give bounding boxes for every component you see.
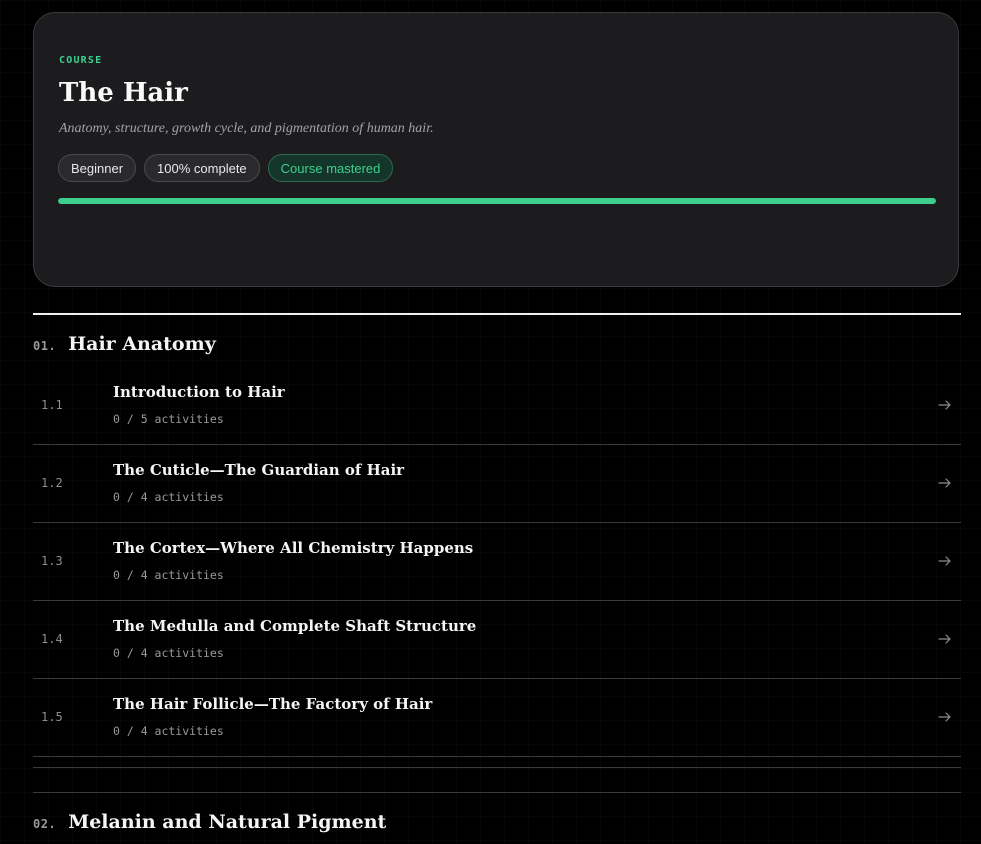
section-number: 02.: [33, 817, 57, 831]
course-subtitle: Anatomy, structure, growth cycle, and pi…: [59, 121, 434, 136]
lesson-row[interactable]: 1.2 The Cuticle—The Guardian of Hair 0 /…: [33, 445, 961, 523]
lesson-row[interactable]: 1.4 The Medulla and Complete Shaft Struc…: [33, 601, 961, 679]
course-progress-fill: [58, 198, 936, 204]
lesson-row[interactable]: 1.3 The Cortex—Where All Chemistry Happe…: [33, 523, 961, 601]
arrow-right-icon[interactable]: [937, 631, 953, 647]
lesson-activities-count: 0 / 4 activities: [113, 568, 224, 582]
lesson-number: 1.1: [41, 398, 63, 412]
lesson-number: 1.4: [41, 632, 63, 646]
progress-badge: 100% complete: [144, 154, 260, 182]
section-divider: [33, 792, 961, 793]
lesson-row[interactable]: 1.5 The Hair Follicle—The Factory of Hai…: [33, 679, 961, 757]
section-divider: [33, 313, 961, 315]
lesson-list: 1.1 Introduction to Hair 0 / 5 activitie…: [33, 367, 961, 757]
lesson-activities-count: 0 / 5 activities: [113, 412, 224, 426]
course-header-card: COURSE The Hair Anatomy, structure, grow…: [33, 12, 959, 287]
level-badge: Beginner: [58, 154, 137, 182]
lesson-row[interactable]: 1.1 Introduction to Hair 0 / 5 activitie…: [33, 367, 961, 445]
section-title: Melanin and Natural Pigment: [68, 811, 387, 833]
arrow-right-icon[interactable]: [937, 709, 953, 725]
lesson-title: Introduction to Hair: [113, 383, 285, 401]
arrow-right-icon[interactable]: [937, 475, 953, 491]
course-badges: Beginner 100% complete Course mastered: [58, 154, 394, 182]
lesson-number: 1.5: [41, 710, 63, 724]
lesson-title: The Cortex—Where All Chemistry Happens: [113, 539, 474, 557]
lesson-activities-count: 0 / 4 activities: [113, 490, 224, 504]
course-eyebrow: COURSE: [59, 55, 103, 66]
course-title: The Hair: [59, 78, 188, 108]
course-progress-bar: [58, 198, 936, 204]
lesson-title: The Cuticle—The Guardian of Hair: [113, 461, 405, 479]
lesson-activities-count: 0 / 4 activities: [113, 724, 224, 738]
arrow-right-icon[interactable]: [937, 397, 953, 413]
section-end-divider: [33, 767, 961, 768]
section-number: 01.: [33, 339, 57, 353]
lesson-title: The Hair Follicle—The Factory of Hair: [113, 695, 433, 713]
section-header: 02. Melanin and Natural Pigment: [33, 811, 386, 833]
mastered-badge: Course mastered: [267, 154, 394, 182]
lesson-activities-count: 0 / 4 activities: [113, 646, 224, 660]
lesson-number: 1.3: [41, 554, 63, 568]
arrow-right-icon[interactable]: [937, 553, 953, 569]
lesson-title: The Medulla and Complete Shaft Structure: [113, 617, 477, 635]
section-header: 01. Hair Anatomy: [33, 333, 216, 355]
section-title: Hair Anatomy: [68, 333, 216, 355]
lesson-number: 1.2: [41, 476, 63, 490]
